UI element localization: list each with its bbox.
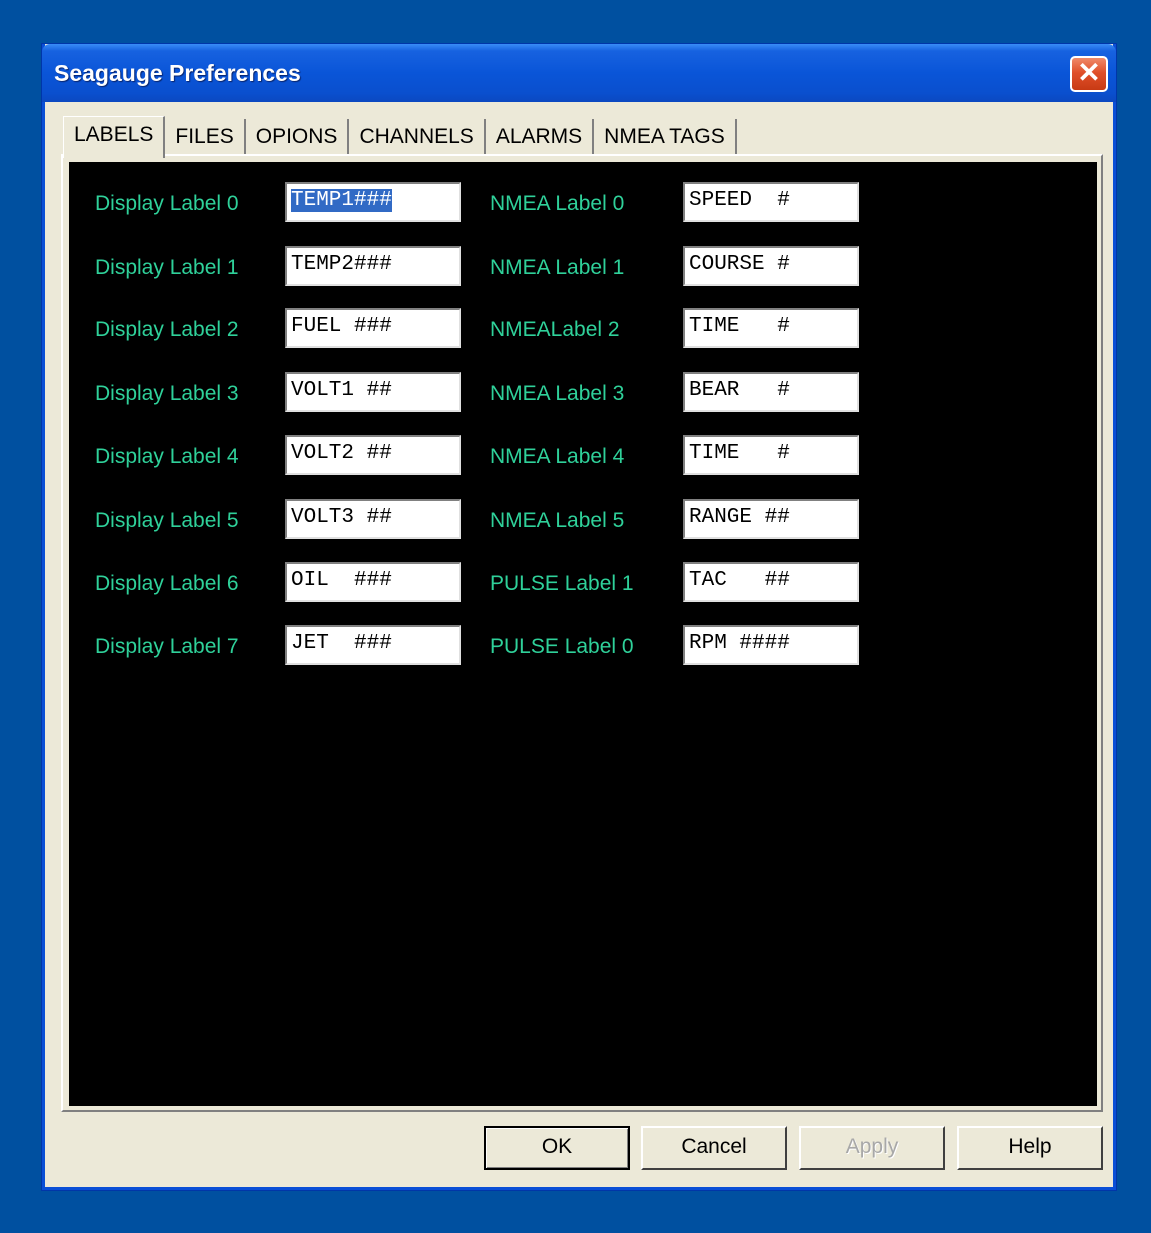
nmea-label-1-input[interactable]: COURSE #: [683, 246, 859, 286]
tab-strip: LABELS FILES OPIONS CHANNELS ALARMS NMEA…: [63, 116, 737, 158]
nmea-label-2: NMEALabel 2: [490, 318, 620, 341]
display-label-2-input[interactable]: FUEL ###: [285, 308, 461, 348]
display-label-0: Display Label 0: [95, 192, 239, 215]
pulse-label-0: PULSE Label 0: [490, 635, 634, 658]
title-bar[interactable]: Seagauge Preferences ✕: [42, 44, 1116, 102]
window-title: Seagauge Preferences: [54, 60, 301, 86]
tab-options[interactable]: OPIONS: [246, 119, 350, 157]
nmea-label-5-input[interactable]: RANGE ##: [683, 499, 859, 539]
display-label-0-value: TEMP1###: [291, 189, 392, 212]
display-label-4: Display Label 4: [95, 445, 239, 468]
nmea-label-1: NMEA Label 1: [490, 256, 625, 279]
display-label-3-input[interactable]: VOLT1 ##: [285, 372, 461, 412]
help-button[interactable]: Help: [957, 1126, 1103, 1170]
display-label-4-input[interactable]: VOLT2 ##: [285, 435, 461, 475]
tab-nmea-tags[interactable]: NMEA TAGS: [594, 119, 737, 157]
ok-button[interactable]: OK: [484, 1126, 630, 1170]
display-label-6-input[interactable]: OIL ###: [285, 562, 461, 602]
cancel-button[interactable]: Cancel: [641, 1126, 787, 1170]
display-label-5-input[interactable]: VOLT3 ##: [285, 499, 461, 539]
nmea-label-3-input[interactable]: BEAR #: [683, 372, 859, 412]
display-label-7-input[interactable]: JET ###: [285, 625, 461, 665]
display-label-6: Display Label 6: [95, 572, 239, 595]
tab-files[interactable]: FILES: [165, 119, 246, 157]
preferences-dialog: Seagauge Preferences ✕ LABELS FILES OPIO…: [42, 44, 1116, 1190]
display-label-7: Display Label 7: [95, 635, 239, 658]
display-label-1-input[interactable]: TEMP2###: [285, 246, 461, 286]
nmea-label-3: NMEA Label 3: [490, 382, 625, 405]
nmea-label-0: NMEA Label 0: [490, 192, 625, 215]
nmea-label-2-input[interactable]: TIME #: [683, 308, 859, 348]
pulse-label-0-input[interactable]: RPM ####: [683, 625, 859, 665]
pulse-label-1-input[interactable]: TAC ##: [683, 562, 859, 602]
nmea-label-5: NMEA Label 5: [490, 509, 625, 532]
nmea-label-0-input[interactable]: SPEED #: [683, 182, 859, 222]
close-icon[interactable]: ✕: [1070, 56, 1108, 92]
display-label-0-input[interactable]: TEMP1###: [285, 182, 461, 222]
nmea-label-4-input[interactable]: TIME #: [683, 435, 859, 475]
tab-labels[interactable]: LABELS: [63, 116, 166, 158]
display-label-2: Display Label 2: [95, 318, 239, 341]
apply-button[interactable]: Apply: [799, 1126, 945, 1170]
nmea-label-4: NMEA Label 4: [490, 445, 625, 468]
display-label-5: Display Label 5: [95, 509, 239, 532]
display-label-3: Display Label 3: [95, 382, 239, 405]
tab-alarms[interactable]: ALARMS: [486, 119, 595, 157]
display-label-1: Display Label 1: [95, 256, 239, 279]
labels-panel: Display Label 0 Display Label 1 Display …: [61, 154, 1103, 1112]
labels-panel-content: Display Label 0 Display Label 1 Display …: [69, 162, 1097, 1106]
pulse-label-1: PULSE Label 1: [490, 572, 634, 595]
tab-channels[interactable]: CHANNELS: [349, 119, 486, 157]
